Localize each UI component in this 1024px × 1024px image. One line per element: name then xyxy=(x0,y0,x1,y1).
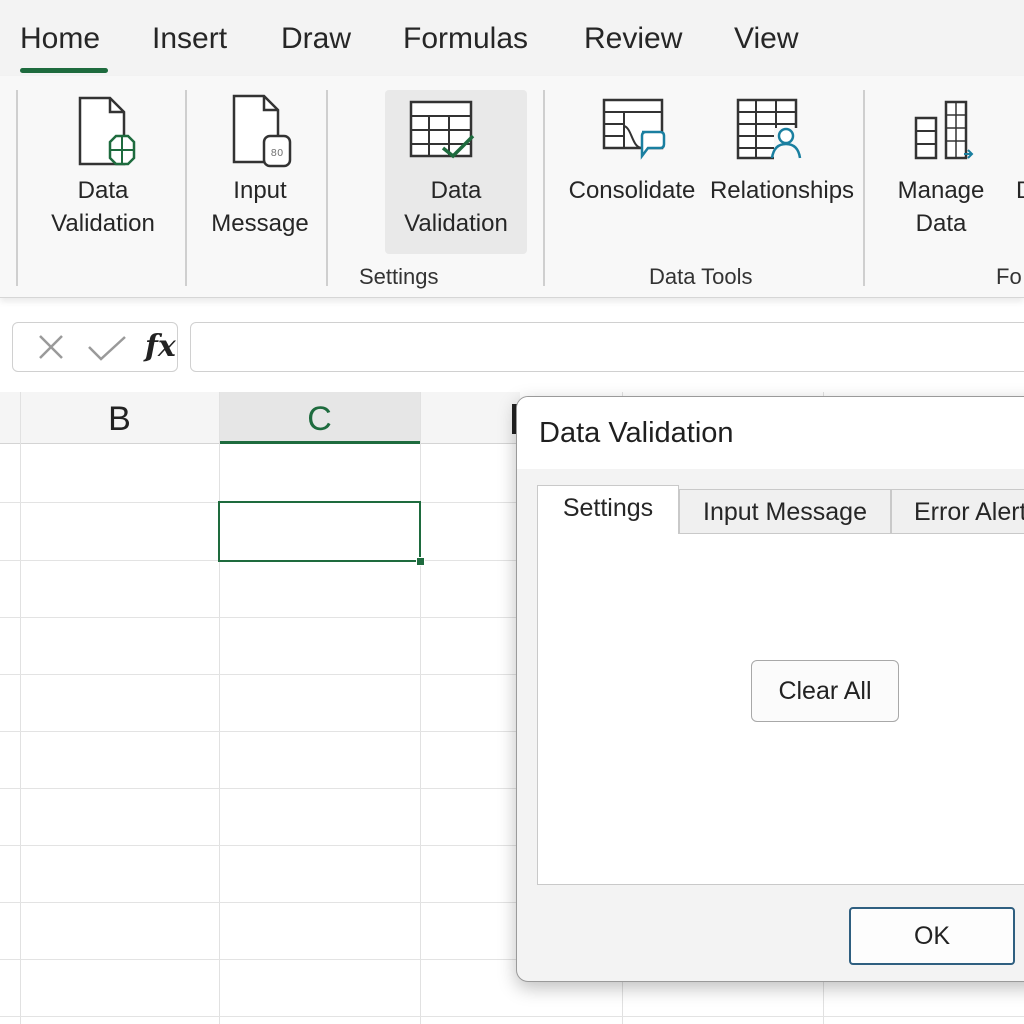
grid-line xyxy=(20,392,21,1024)
ribbon-separator xyxy=(16,90,18,286)
tab-insert[interactable]: Insert xyxy=(152,22,227,56)
insert-function-button[interactable]: fx xyxy=(145,329,176,364)
formula-controls: fx xyxy=(12,322,178,372)
document-validation-icon xyxy=(78,96,136,166)
close-icon[interactable] xyxy=(37,333,65,361)
group-label-data-tools: Data Tools xyxy=(649,264,753,289)
manage-data-label: Manage Data xyxy=(897,177,985,237)
column-header-c[interactable]: C xyxy=(219,392,420,444)
group-label-cut-off: Fo xyxy=(996,264,1022,289)
checkmark-icon[interactable] xyxy=(87,335,127,361)
data-validation-dialog: Data Validation Settings Input Message E… xyxy=(516,396,1024,982)
tab-home[interactable]: Home xyxy=(20,22,100,56)
relationships-button[interactable]: Relationships xyxy=(706,86,858,226)
consolidate-label: Consolidate xyxy=(568,177,696,204)
tab-input-message[interactable]: Input Message xyxy=(679,489,891,533)
ribbon: Data Validation 80 Input Message Data Va… xyxy=(0,76,1024,298)
consolidate-button[interactable]: Consolidate xyxy=(562,86,702,226)
active-tab-indicator xyxy=(20,68,108,73)
clear-all-button[interactable]: Clear All xyxy=(751,660,899,722)
relationships-label: Relationships xyxy=(709,177,855,204)
grid-line xyxy=(0,1016,1024,1017)
tab-formulas[interactable]: Formulas xyxy=(403,22,528,56)
data-validation-settings-label: Data Validation xyxy=(404,177,508,237)
data-validation-button[interactable]: Data Validation xyxy=(38,86,168,256)
consolidate-icon xyxy=(602,98,666,160)
formula-input[interactable] xyxy=(190,322,1024,372)
relationships-icon xyxy=(736,98,804,160)
active-cell[interactable] xyxy=(218,501,425,566)
cut-off-ribbon-label: D xyxy=(1016,174,1024,207)
data-validation-settings-button[interactable]: Data Validation xyxy=(385,90,527,254)
column-header-label: B xyxy=(108,400,131,438)
excel-window: Home Insert Draw Formulas Review View Da… xyxy=(0,0,1024,1024)
column-header-b[interactable]: B xyxy=(20,392,219,444)
ok-button[interactable]: OK xyxy=(849,907,1015,965)
input-message-label: Input Message xyxy=(211,177,309,237)
column-header-label: C xyxy=(307,400,332,438)
ribbon-separator xyxy=(185,90,187,286)
grid-line xyxy=(420,392,421,1024)
tab-error-alert[interactable]: Error Alert xyxy=(891,489,1024,533)
document-input-message-icon: 80 xyxy=(232,94,292,168)
manage-data-icon xyxy=(914,100,974,160)
tab-draw[interactable]: Draw xyxy=(281,22,351,56)
row-header-corner xyxy=(0,392,20,444)
cut-off-ribbon-button[interactable]: D xyxy=(1012,86,1024,226)
column-header-d[interactable] xyxy=(420,392,520,444)
menu-bar: Home Insert Draw Formulas Review View xyxy=(0,0,1024,76)
tab-view[interactable]: View xyxy=(734,22,798,56)
group-label-settings: Settings xyxy=(359,264,439,289)
table-checkmark-icon xyxy=(409,100,475,159)
ribbon-separator xyxy=(543,90,545,286)
settings-panel: Clear All xyxy=(537,533,1024,885)
ribbon-separator xyxy=(863,90,865,286)
svg-text:80: 80 xyxy=(271,148,284,159)
ribbon-separator xyxy=(326,90,328,286)
fill-handle[interactable] xyxy=(416,557,425,566)
tab-settings[interactable]: Settings xyxy=(537,485,679,534)
dialog-title-bar[interactable]: Data Validation xyxy=(517,397,1024,469)
tab-review[interactable]: Review xyxy=(584,22,682,56)
grid-line xyxy=(219,392,220,1024)
dialog-title: Data Validation xyxy=(539,417,734,449)
input-message-button[interactable]: 80 Input Message xyxy=(200,86,320,256)
manage-data-button[interactable]: Manage Data xyxy=(886,86,996,256)
data-validation-label: Data Validation xyxy=(51,177,155,237)
